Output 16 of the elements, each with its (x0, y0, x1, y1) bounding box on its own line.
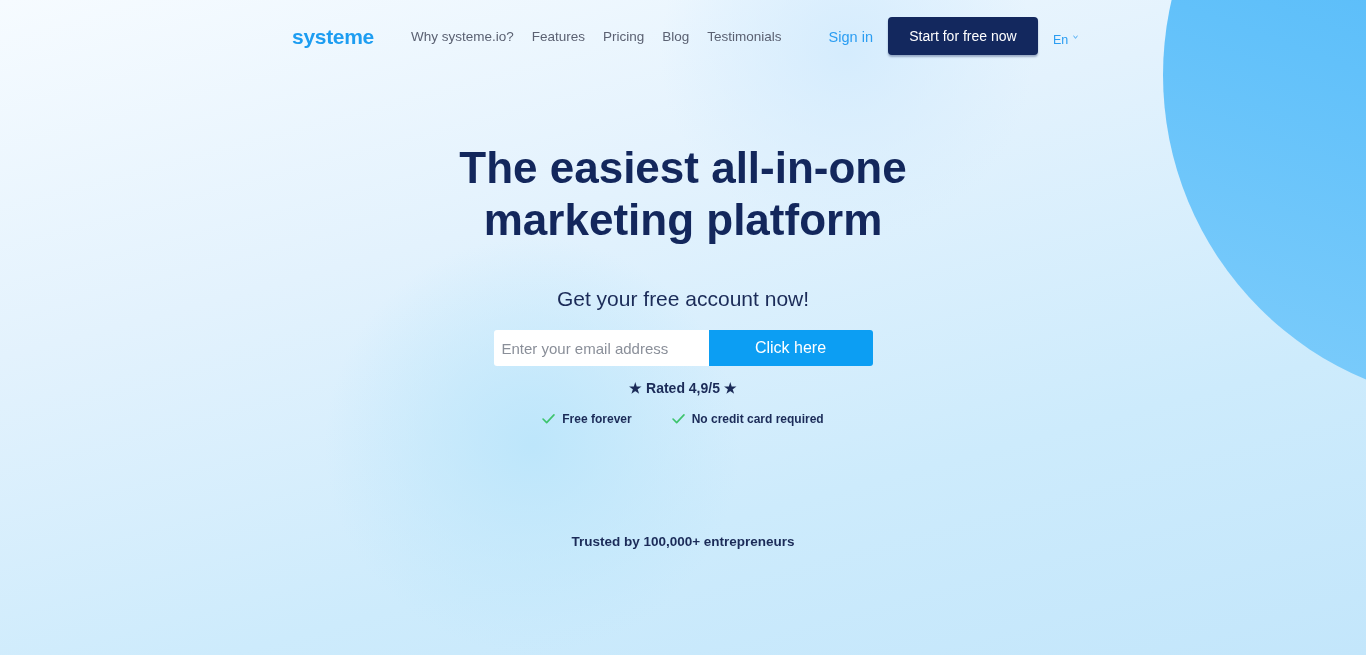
caret-icon (1073, 34, 1079, 39)
check-icon (542, 414, 556, 424)
hero-subtitle: Get your free account now! (556, 286, 810, 312)
nav-link[interactable]: Blog (662, 29, 690, 44)
benefit-text: Free forever (562, 411, 632, 428)
email-input[interactable]: Enter your email address (493, 330, 709, 366)
nav-link[interactable]: Features (531, 29, 586, 44)
benefit-text: No credit card required (691, 411, 824, 428)
nav-link[interactable]: Why systeme.io? (410, 29, 514, 44)
trust-text: Trusted by 100,000+ entrepreneurs (571, 533, 795, 551)
check-icon (671, 414, 685, 424)
start-free-button[interactable]: Start for free now (887, 16, 1038, 55)
nav-link[interactable]: Testimonials (707, 29, 782, 44)
nav-link[interactable]: Pricing (603, 29, 645, 44)
hero-title: The easiest all-in-one marketing platform (458, 142, 908, 246)
rating-text: ★ Rated 4,9/5 ★ (629, 379, 737, 398)
